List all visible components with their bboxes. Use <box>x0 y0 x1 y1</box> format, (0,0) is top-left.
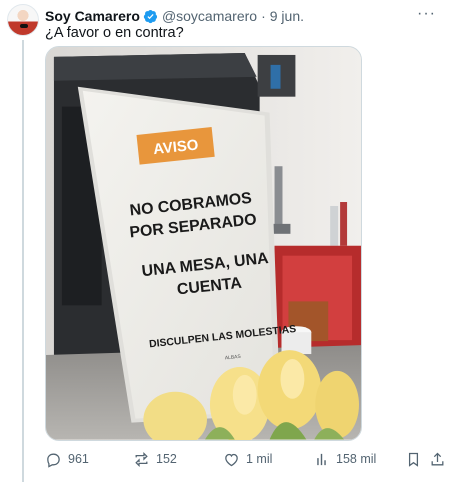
tweet-header: Soy Camarero @soycamarero · 9 jun. ··· <box>45 5 436 25</box>
like-icon <box>225 453 238 466</box>
more-icon[interactable]: ··· <box>417 5 436 23</box>
verified-badge-icon <box>143 9 157 23</box>
views-count: 158 mil <box>336 452 377 466</box>
like-count: 1 mil <box>246 452 273 466</box>
author-name[interactable]: Soy Camarero <box>45 8 140 24</box>
reply-icon <box>47 453 60 468</box>
share-button[interactable] <box>429 451 446 468</box>
tweet-photo[interactable]: AVISO NO COBRAMOS POR SEPARADO UNA MESA,… <box>45 46 362 441</box>
views-icon <box>317 453 326 465</box>
avatar[interactable] <box>7 4 39 36</box>
reply-count: 961 <box>68 452 89 466</box>
reply-button[interactable]: 961 <box>45 451 89 468</box>
share-icon <box>431 452 444 465</box>
bookmark-button[interactable] <box>405 451 422 468</box>
repost-button[interactable]: 152 <box>133 451 177 468</box>
action-bar: 961 152 1 mil 158 mil <box>45 449 444 469</box>
thread-line <box>22 40 24 482</box>
repost-count: 152 <box>156 452 177 466</box>
views-button[interactable]: 158 mil <box>313 451 376 468</box>
tweet-text: ¿A favor o en contra? <box>45 25 184 41</box>
photo-scene: AVISO NO COBRAMOS POR SEPARADO UNA MESA,… <box>46 47 361 440</box>
like-button[interactable]: 1 mil <box>223 451 272 468</box>
tweet-timestamp[interactable]: 9 jun. <box>270 8 304 24</box>
repost-icon <box>135 451 148 467</box>
bookmark-icon <box>408 452 419 467</box>
separator-dot: · <box>261 8 266 24</box>
author-handle[interactable]: @soycamarero <box>162 8 257 24</box>
